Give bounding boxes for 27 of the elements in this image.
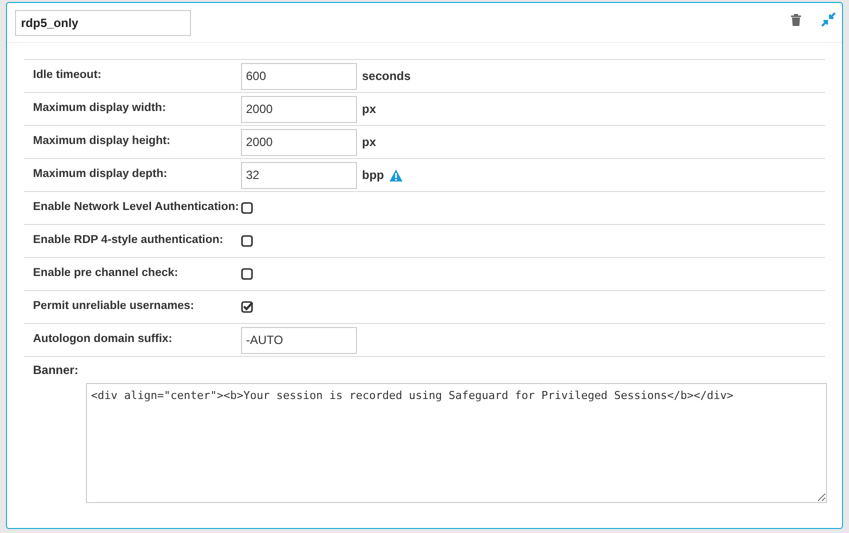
unit-label: px <box>362 134 376 151</box>
field-label: Maximum display height: <box>33 134 172 150</box>
name-field[interactable]: rdp5_only <box>15 10 191 36</box>
field-label: Maximum display width: <box>33 101 167 116</box>
field-label: Permit unreliable usernames: <box>33 299 196 314</box>
unit-label: seconds <box>362 68 411 85</box>
field-label: Idle timeout: <box>33 68 102 84</box>
unit-label: px <box>362 101 376 118</box>
field-label: Autologon domain suffix: <box>33 332 174 348</box>
field-label: Enable RDP 4-style authentication: <box>33 233 224 248</box>
field-label: Enable pre channel check: <box>33 266 180 282</box>
text-field[interactable]: -AUTO <box>241 326 357 354</box>
field-label: Banner: <box>33 362 80 379</box>
field-label: Maximum display depth: <box>33 167 168 182</box>
text-field[interactable]: 32 <box>241 162 357 188</box>
collapse-icon[interactable] <box>821 12 836 27</box>
checkbox[interactable] <box>241 235 253 247</box>
trash-icon[interactable] <box>791 14 801 26</box>
checkbox[interactable] <box>241 301 253 313</box>
text-field[interactable]: 2000 <box>241 96 357 122</box>
banner-field[interactable]: <div align="center"><b>Your session is recorded using Safeguard for Privileged Sessions</b></div> <box>86 383 827 503</box>
field-label: Enable Network Level Authentication: <box>33 200 240 216</box>
text-field[interactable]: 2000 <box>241 128 357 156</box>
unit-label: bpp <box>362 167 384 184</box>
checkbox[interactable] <box>241 268 253 280</box>
checkbox[interactable] <box>241 202 253 214</box>
text-field[interactable]: 600 <box>241 62 357 90</box>
